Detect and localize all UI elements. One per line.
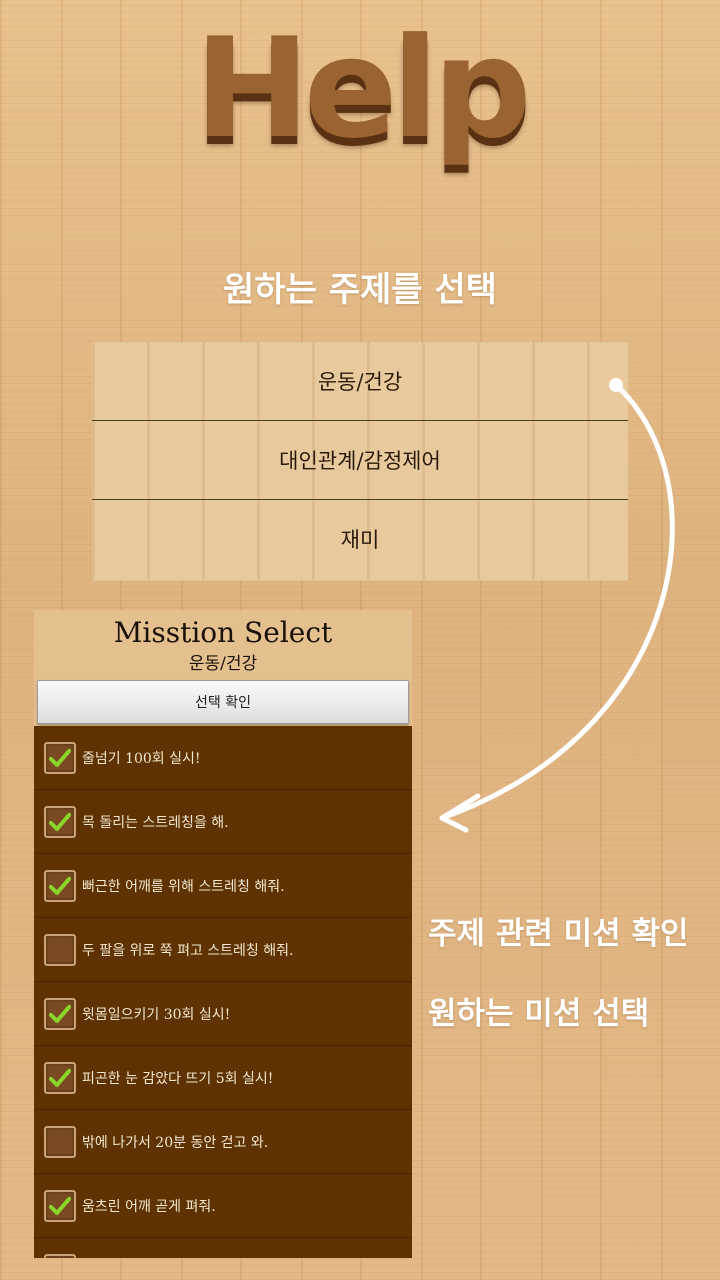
checkmark-icon [49, 1068, 71, 1087]
topic-list: 운동/건강 대인관계/감정제어 재미 [92, 342, 628, 580]
checkmark-icon [49, 748, 71, 767]
mission-item[interactable] [34, 1238, 412, 1258]
checkmark-icon [49, 1004, 71, 1023]
caption-check-missions: 주제 관련 미션 확인 [428, 916, 689, 952]
mission-checkbox[interactable] [44, 1061, 76, 1094]
mission-item-label: 목 돌리는 스트레칭을 해. [82, 814, 229, 831]
checkmark-icon [49, 812, 71, 831]
mission-panel-subtitle: 운동/건강 [188, 654, 258, 674]
mission-item[interactable]: 뻐근한 어깨를 위해 스트레칭 해줘. [34, 854, 412, 918]
mission-item[interactable]: 피곤한 눈 감았다 뜨기 5회 실시! [34, 1046, 412, 1110]
mission-item-label: 뻐근한 어깨를 위해 스트레칭 해줘. [82, 878, 285, 895]
mission-checkbox[interactable] [44, 997, 76, 1030]
mission-checkbox[interactable] [44, 1253, 76, 1258]
mission-item-label: 두 팔을 위로 쭉 펴고 스트레칭 해줘. [82, 942, 294, 959]
mission-checkbox[interactable] [44, 741, 76, 774]
mission-checkbox[interactable] [44, 1125, 76, 1158]
mission-checkbox[interactable] [44, 933, 76, 966]
mission-item[interactable]: 밖에 나가서 20분 동안 걷고 와. [34, 1110, 412, 1174]
mission-item-label: 밖에 나가서 20분 동안 걷고 와. [82, 1134, 269, 1151]
mission-select-panel: Misstion Select 운동/건강 선택 확인 줄넘기 100회 실시!… [34, 610, 412, 1258]
mission-item[interactable]: 움츠린 어깨 곧게 펴줘. [34, 1174, 412, 1238]
caption-select-mission: 원하는 미션 선택 [428, 996, 650, 1032]
confirm-selection-button[interactable]: 선택 확인 [37, 680, 409, 724]
topic-item-fun[interactable]: 재미 [92, 500, 628, 578]
checkmark-icon [49, 1196, 71, 1215]
help-title: Help [194, 8, 531, 169]
mission-item-label: 윗몸일으키기 30회 실시! [82, 1006, 231, 1023]
mission-checkbox[interactable] [44, 869, 76, 902]
mission-checkbox[interactable] [44, 1189, 76, 1222]
topic-item-relationships-emotion[interactable]: 대인관계/감정제어 [92, 421, 628, 499]
mission-list: 줄넘기 100회 실시! 목 돌리는 스트레칭을 해. 뻐근한 어깨를 위해 스… [34, 726, 412, 1258]
topic-item-exercise-health[interactable]: 운동/건강 [92, 342, 628, 420]
mission-item[interactable]: 윗몸일으키기 30회 실시! [34, 982, 412, 1046]
checkmark-icon [49, 876, 71, 895]
mission-checkbox[interactable] [44, 805, 76, 838]
mission-item[interactable]: 줄넘기 100회 실시! [34, 726, 412, 790]
mission-item[interactable]: 목 돌리는 스트레칭을 해. [34, 790, 412, 854]
mission-panel-title: Misstion Select [113, 616, 333, 649]
mission-item[interactable]: 두 팔을 위로 쭉 펴고 스트레칭 해줘. [34, 918, 412, 982]
subject-heading: 원하는 주제를 선택 [223, 270, 497, 310]
mission-item-label: 줄넘기 100회 실시! [82, 750, 201, 767]
mission-item-label: 피곤한 눈 감았다 뜨기 5회 실시! [82, 1070, 274, 1087]
mission-item-label: 움츠린 어깨 곧게 펴줘. [82, 1198, 216, 1215]
